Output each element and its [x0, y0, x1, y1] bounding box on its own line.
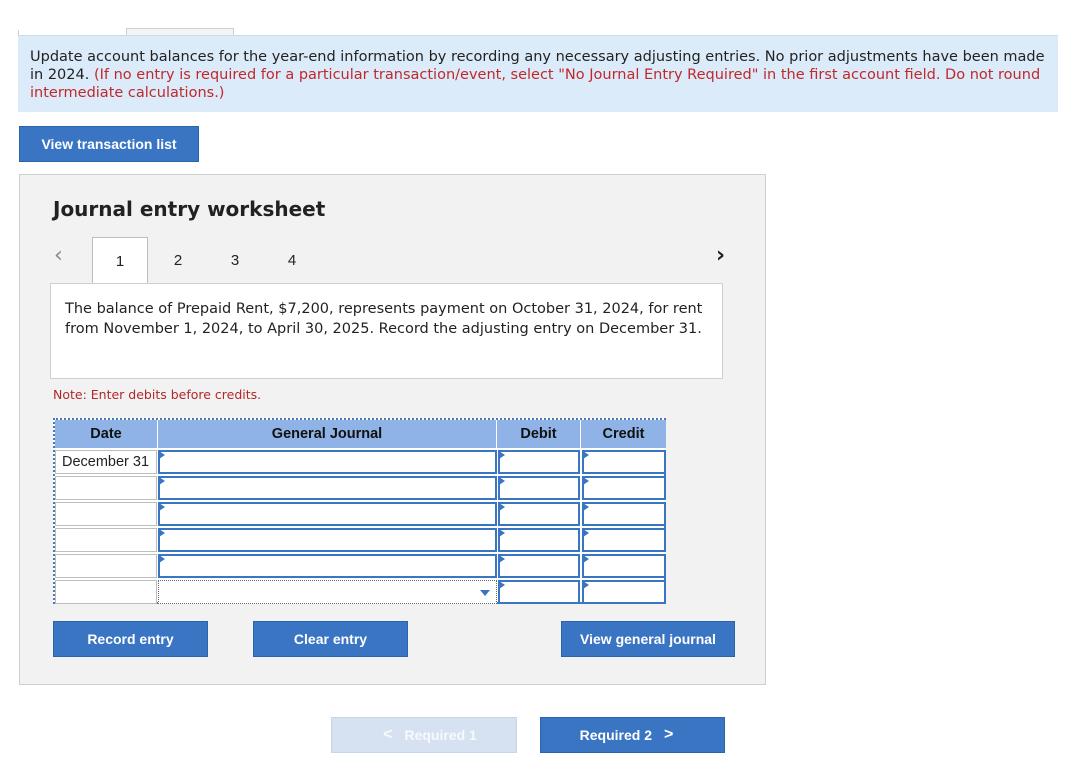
debit-field-6[interactable] — [498, 580, 580, 604]
field-marker-icon — [499, 503, 505, 511]
instructions-note: (If no entry is required for a particula… — [30, 67, 1041, 101]
field-marker-icon — [499, 581, 505, 589]
next-arrow-icon[interactable]: › — [716, 243, 725, 268]
field-marker-icon — [583, 555, 589, 563]
field-marker-icon — [583, 529, 589, 537]
date-cell-2[interactable] — [55, 476, 157, 500]
field-marker-icon — [499, 555, 505, 563]
field-marker-icon — [583, 477, 589, 485]
date-cell-6[interactable] — [55, 580, 157, 604]
description-text: The balance of Prepaid Rent, $7,200, rep… — [65, 301, 703, 337]
record-entry-button[interactable]: Record entry — [53, 621, 208, 657]
prev-arrow-icon[interactable]: ‹ — [54, 243, 63, 268]
column-header-debit: Debit — [497, 420, 581, 448]
account-field-1[interactable] — [158, 450, 497, 474]
column-header-date: Date — [55, 420, 158, 448]
tab-4[interactable]: 4 — [264, 237, 320, 283]
journal-grid: Date General Journal Debit Credit Decemb… — [53, 418, 666, 604]
required-1-button[interactable]: < Required 1 — [331, 717, 517, 753]
worksheet-title: Journal entry worksheet — [53, 197, 326, 221]
tab-1[interactable]: 1 — [92, 237, 148, 285]
column-header-general-journal: General Journal — [158, 420, 497, 448]
field-marker-icon — [159, 451, 165, 459]
field-marker-icon — [583, 581, 589, 589]
field-marker-icon — [159, 503, 165, 511]
debit-field-3[interactable] — [498, 502, 580, 526]
field-marker-icon — [159, 529, 165, 537]
debits-note: Note: Enter debits before credits. — [53, 387, 262, 402]
journal-entry-worksheet-panel: Journal entry worksheet ‹ 1 2 3 4 › The … — [19, 174, 766, 685]
debit-field-4[interactable] — [498, 528, 580, 552]
instructions-banner: Update account balances for the year-end… — [18, 35, 1058, 112]
credit-field-5[interactable] — [582, 554, 666, 578]
required-2-label: Required 2 — [579, 727, 652, 743]
account-field-2[interactable] — [158, 476, 497, 500]
debit-field-2[interactable] — [498, 476, 580, 500]
required-2-button[interactable]: Required 2 > — [540, 717, 725, 753]
field-marker-icon — [499, 451, 505, 459]
transaction-description: The balance of Prepaid Rent, $7,200, rep… — [50, 283, 723, 379]
date-cell-1[interactable]: December 31 — [55, 450, 157, 474]
field-marker-icon — [583, 451, 589, 459]
clear-entry-button[interactable]: Clear entry — [253, 621, 408, 657]
field-marker-icon — [499, 477, 505, 485]
date-cell-4[interactable] — [55, 528, 157, 552]
credit-field-2[interactable] — [582, 476, 666, 500]
chevron-right-icon: > — [664, 726, 674, 743]
tab-3[interactable]: 3 — [207, 237, 263, 283]
field-marker-icon — [499, 529, 505, 537]
credit-field-3[interactable] — [582, 502, 666, 526]
date-cell-3[interactable] — [55, 502, 157, 526]
field-marker-icon — [159, 555, 165, 563]
dropdown-arrow-icon[interactable] — [480, 590, 490, 596]
view-general-journal-button[interactable]: View general journal — [561, 621, 735, 657]
chevron-left-icon: < — [383, 726, 393, 743]
view-transaction-list-button[interactable]: View transaction list — [19, 126, 199, 162]
credit-field-6[interactable] — [582, 580, 666, 604]
tab-2[interactable]: 2 — [150, 237, 206, 283]
credit-field-1[interactable] — [582, 450, 666, 474]
account-select-6[interactable] — [158, 580, 497, 604]
account-field-4[interactable] — [158, 528, 497, 552]
field-marker-icon — [583, 503, 589, 511]
field-marker-icon — [159, 477, 165, 485]
required-1-label: Required 1 — [404, 727, 477, 743]
date-cell-5[interactable] — [55, 554, 157, 578]
account-field-5[interactable] — [158, 554, 497, 578]
debit-field-1[interactable] — [498, 450, 580, 474]
debit-field-5[interactable] — [498, 554, 580, 578]
account-field-3[interactable] — [158, 502, 497, 526]
credit-field-4[interactable] — [582, 528, 666, 552]
column-header-credit: Credit — [581, 420, 666, 448]
